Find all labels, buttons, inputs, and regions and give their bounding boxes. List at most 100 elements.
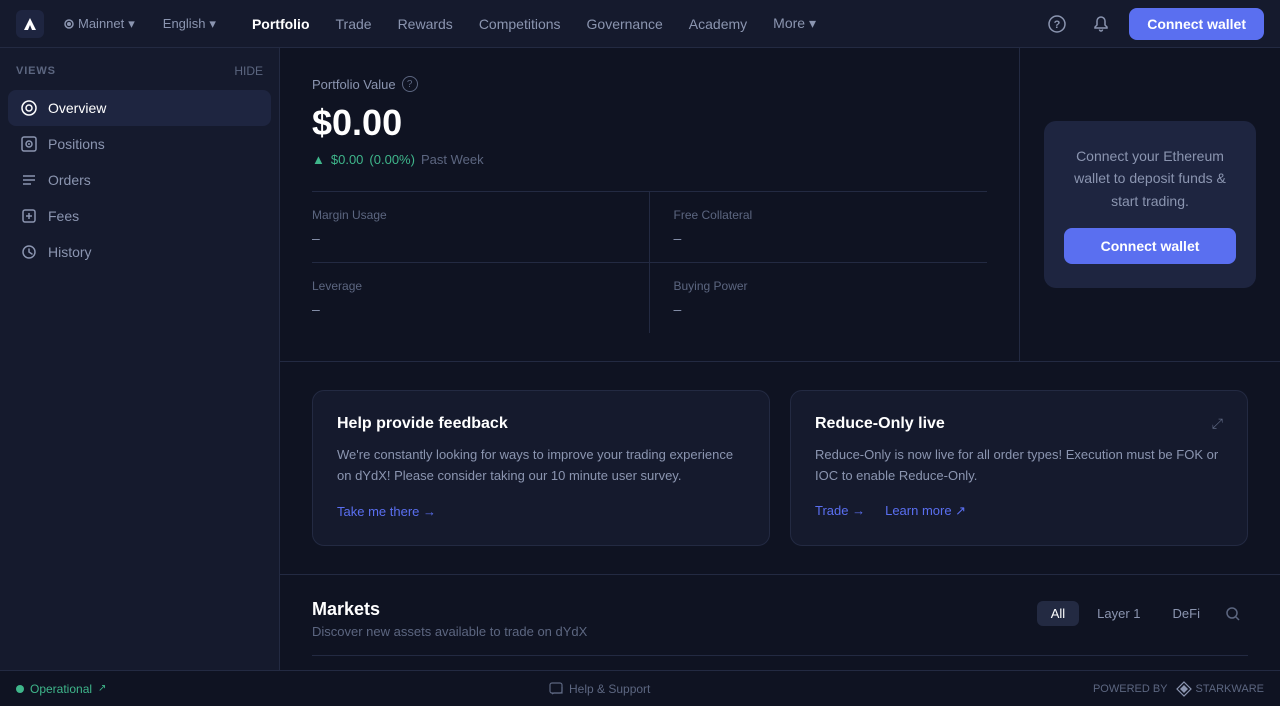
sidebar-item-overview[interactable]: Overview [8, 90, 271, 126]
sidebar-item-fees[interactable]: Fees [8, 198, 271, 234]
logo[interactable] [16, 10, 44, 38]
cards-section: Help provide feedback We're constantly l… [280, 362, 1280, 575]
nav-links: Portfolio Trade Rewards Competitions Gov… [240, 9, 1037, 38]
metric-free-collateral-label: Free Collateral [674, 208, 988, 222]
sidebar: VIEWS HIDE Overview Positions [0, 48, 280, 670]
notifications-icon-button[interactable] [1085, 8, 1117, 40]
connect-card-button[interactable]: Connect wallet [1064, 228, 1236, 264]
powered-label: POWERED BY [1093, 683, 1168, 695]
portfolio-info-icon[interactable]: ? [402, 76, 418, 92]
portfolio-change-amount: $0.00 [331, 152, 364, 167]
sidebar-positions-label: Positions [48, 136, 105, 152]
reduce-only-card: Reduce-Only live ⤢ Reduce-Only is now li… [790, 390, 1248, 546]
markets-search-button[interactable] [1218, 599, 1248, 629]
bottom-bar: Operational ↗ Help & Support POWERED BY … [0, 670, 1280, 706]
portfolio-change: ▲ $0.00 (0.00%) Past Week [312, 152, 987, 167]
network-chevron: ▾ [128, 16, 135, 32]
metric-margin-usage-value: – [312, 230, 625, 246]
reduce-only-card-header: Reduce-Only live ⤢ [815, 415, 1223, 445]
nav-competitions[interactable]: Competitions [467, 10, 573, 38]
metric-leverage-value: – [312, 301, 625, 317]
connect-wallet-card: Connect your Ethereum wallet to deposit … [1044, 121, 1256, 288]
reduce-only-links: Trade → Learn more ↗ [815, 503, 1223, 519]
operational-status[interactable]: Operational ↗ [16, 682, 106, 696]
nav-trade[interactable]: Trade [324, 10, 384, 38]
filter-all-button[interactable]: All [1037, 601, 1079, 626]
nav-portfolio[interactable]: Portfolio [240, 10, 322, 38]
markets-title-area: Markets Discover new assets available to… [312, 599, 587, 639]
help-icon-button[interactable]: ? [1041, 8, 1073, 40]
portfolio-change-period: Past Week [421, 152, 484, 167]
feedback-card: Help provide feedback We're constantly l… [312, 390, 770, 546]
language-label: English [163, 16, 206, 31]
sidebar-header: VIEWS HIDE [8, 60, 271, 90]
nav-more[interactable]: More ▾ [761, 9, 828, 38]
language-chevron: ▾ [209, 16, 216, 32]
markets-subtitle: Discover new assets available to trade o… [312, 624, 587, 639]
markets-title: Markets [312, 599, 587, 620]
metric-free-collateral: Free Collateral – [650, 191, 988, 262]
main-layout: VIEWS HIDE Overview Positions [0, 48, 1280, 670]
orders-icon [20, 171, 38, 189]
help-support-button[interactable]: Help & Support [549, 682, 650, 696]
starkware-label: STARKWARE [1196, 683, 1264, 695]
connect-wallet-button[interactable]: Connect wallet [1129, 8, 1264, 40]
nav-governance[interactable]: Governance [575, 10, 675, 38]
feedback-card-link[interactable]: Take me there → [337, 504, 436, 519]
sidebar-overview-label: Overview [48, 100, 106, 116]
portfolio-top-section: Portfolio Value ? $0.00 ▲ $0.00 (0.00%) … [280, 48, 1280, 362]
expand-icon[interactable]: ⤢ [1212, 415, 1223, 432]
metric-buying-power: Buying Power – [650, 262, 988, 333]
sidebar-fees-label: Fees [48, 208, 79, 224]
portfolio-change-percent: (0.00%) [369, 152, 415, 167]
metric-leverage: Leverage – [312, 262, 650, 333]
markets-section: Markets Discover new assets available to… [280, 575, 1280, 670]
operational-label: Operational [30, 682, 92, 696]
sidebar-orders-label: Orders [48, 172, 91, 188]
reduce-only-learn-link[interactable]: Learn more ↗ [885, 503, 966, 519]
fees-icon [20, 207, 38, 225]
sidebar-views-label: VIEWS [16, 65, 56, 77]
network-label: Mainnet [78, 16, 124, 31]
sidebar-item-orders[interactable]: Orders [8, 162, 271, 198]
help-support-label: Help & Support [569, 682, 650, 696]
metric-margin-usage: Margin Usage – [312, 191, 650, 262]
metric-leverage-label: Leverage [312, 279, 625, 293]
main-content: Portfolio Value ? $0.00 ▲ $0.00 (0.00%) … [280, 48, 1280, 670]
top-navigation: Mainnet ▾ English ▾ Portfolio Trade Rewa… [0, 0, 1280, 48]
metric-free-collateral-value: – [674, 230, 988, 246]
sidebar-hide-button[interactable]: HIDE [234, 64, 263, 78]
sidebar-history-label: History [48, 244, 92, 260]
reduce-only-card-desc: Reduce-Only is now live for all order ty… [815, 445, 1223, 487]
nav-right: ? Connect wallet [1041, 8, 1264, 40]
markets-table-header: Trading Volume Open Interest Trades [312, 655, 1248, 670]
markets-header: Markets Discover new assets available to… [312, 599, 1248, 639]
sidebar-item-history[interactable]: History [8, 234, 271, 270]
feedback-card-desc: We're constantly looking for ways to imp… [337, 445, 745, 487]
connect-card-text: Connect your Ethereum wallet to deposit … [1064, 145, 1236, 212]
portfolio-right: Connect your Ethereum wallet to deposit … [1020, 48, 1280, 361]
portfolio-left: Portfolio Value ? $0.00 ▲ $0.00 (0.00%) … [280, 48, 1020, 361]
metric-margin-usage-label: Margin Usage [312, 208, 625, 222]
overview-icon [20, 99, 38, 117]
reduce-only-trade-link[interactable]: Trade → [815, 503, 865, 518]
portfolio-metrics: Margin Usage – Free Collateral – Leverag… [312, 191, 987, 333]
nav-academy[interactable]: Academy [677, 10, 759, 38]
nav-rewards[interactable]: Rewards [386, 10, 465, 38]
powered-by: POWERED BY STARKWARE [1093, 681, 1264, 697]
markets-filters: All Layer 1 DeFi [1037, 599, 1248, 629]
filter-layer1-button[interactable]: Layer 1 [1083, 601, 1154, 626]
reduce-only-card-title: Reduce-Only live [815, 415, 945, 433]
operational-link-icon: ↗ [98, 683, 106, 694]
language-selector[interactable]: English ▾ [155, 12, 224, 36]
portfolio-value-label: Portfolio Value ? [312, 76, 987, 92]
network-selector[interactable]: Mainnet ▾ [56, 12, 143, 36]
portfolio-amount: $0.00 [312, 102, 987, 144]
filter-defi-button[interactable]: DeFi [1159, 601, 1214, 626]
sidebar-item-positions[interactable]: Positions [8, 126, 271, 162]
feedback-card-title: Help provide feedback [337, 415, 745, 433]
positions-icon [20, 135, 38, 153]
metric-buying-power-value: – [674, 301, 988, 317]
svg-text:?: ? [1054, 19, 1061, 31]
chat-icon [549, 682, 563, 696]
